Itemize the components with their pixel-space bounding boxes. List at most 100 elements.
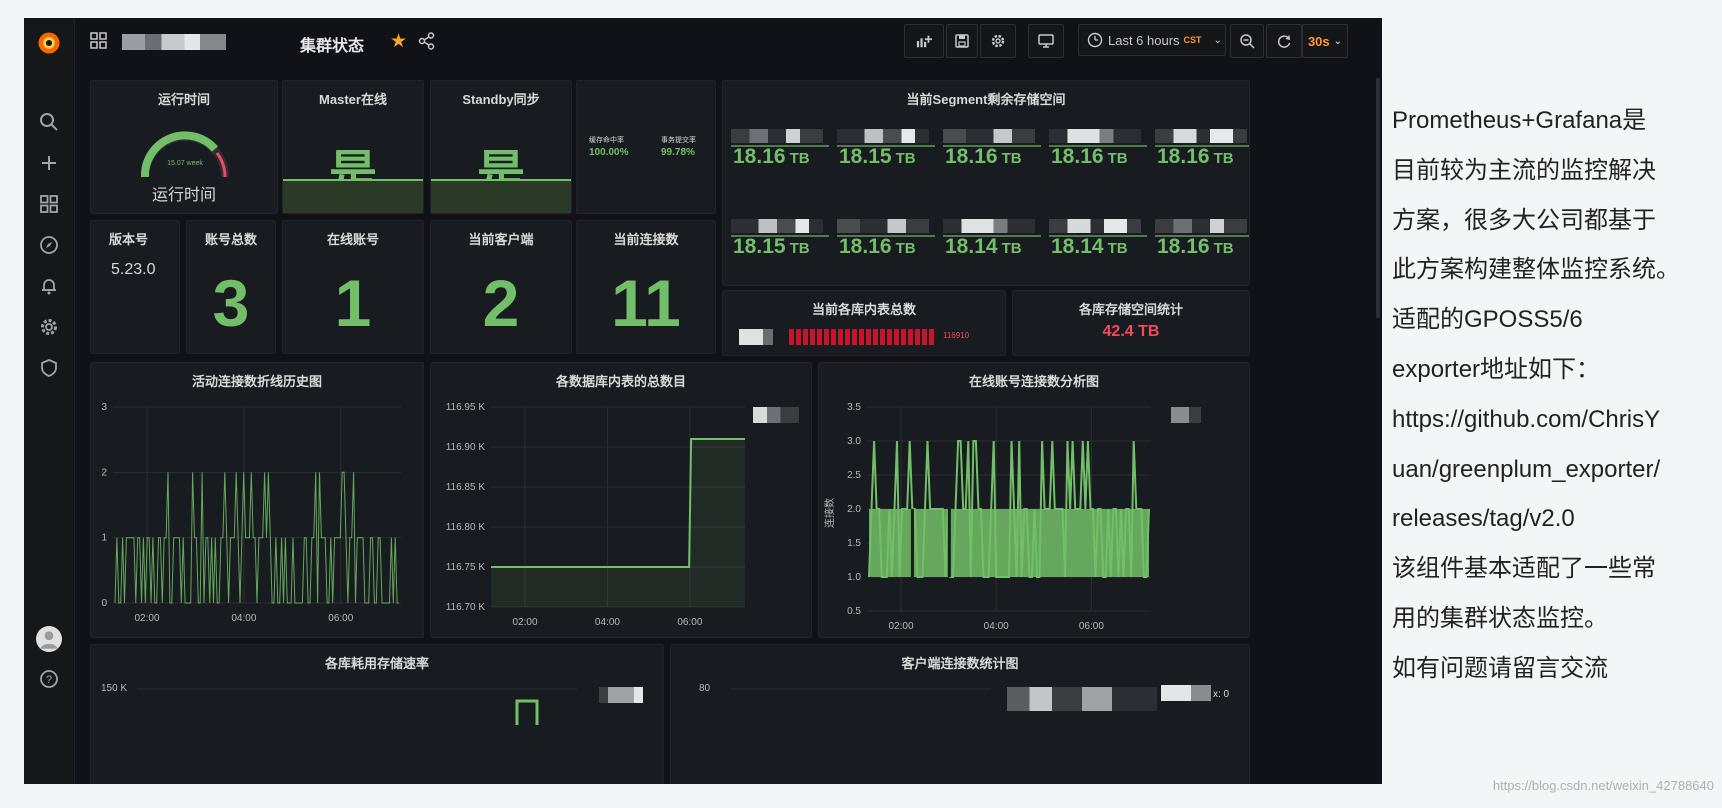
rates-panel[interactable]: 缓存命中率 100.00% 事务提交率 99.78% <box>576 80 716 214</box>
connections-value: 11 <box>611 266 681 340</box>
legend-redacted <box>1161 685 1211 701</box>
client-connections-chart-panel[interactable]: 客户端连接数统计图 80 x: 0 <box>670 644 1250 784</box>
panel-title: Standby同步 <box>462 92 540 107</box>
note-text: Prometheus+Grafana是 目前较为主流的监控解决 方案，很多大公司都基… <box>1392 96 1722 694</box>
sparkline-fill <box>431 179 571 213</box>
x-tick-label: 02:00 <box>134 613 159 624</box>
segment-number: 18.14 <box>1051 235 1104 258</box>
y-tick-label: 0.5 <box>847 606 861 617</box>
series-fill <box>491 439 745 607</box>
plus-icon[interactable] <box>24 149 74 177</box>
star-icon[interactable]: ★ <box>390 30 407 53</box>
table-count-chart: 116.95 K 116.90 K 116.85 K 116.80 K 116.75 K… <box>446 402 745 628</box>
segment-number: 18.16 <box>839 235 892 258</box>
refresh-button[interactable] <box>1266 24 1302 58</box>
version-value: 5.23.0 <box>111 261 156 278</box>
bar-gauge-cell <box>908 329 913 345</box>
grafana-logo-icon[interactable] <box>24 26 74 60</box>
chevron-down-icon: ⌄ <box>1213 34 1222 46</box>
panel-title: 当前客户端 <box>468 232 534 247</box>
version-panel[interactable]: 版本号 5.23.0 <box>90 220 180 354</box>
segment-unit: TB <box>789 150 810 167</box>
active-connections-chart-panel[interactable]: 活动连接数折线历史图 3 2 1 0 02:00 04:00 06:00 <box>90 362 424 638</box>
time-range-label: Last 6 hours <box>1108 32 1180 48</box>
clients-panel[interactable]: 当前客户端 2 <box>430 220 572 354</box>
panel-title: 各库存储空间统计 <box>1078 302 1183 317</box>
dashboard-grid-icon[interactable] <box>90 32 108 50</box>
master-panel[interactable]: Master在线 是 <box>282 80 424 214</box>
segment-number: 18.16 <box>733 145 786 168</box>
accounts-panel[interactable]: 账号总数 3 <box>186 220 276 354</box>
connections-panel[interactable]: 当前连接数 11 <box>576 220 716 354</box>
shield-icon[interactable] <box>24 354 74 382</box>
y-tick-label: 0 <box>101 598 107 609</box>
gauge-value: 15.07 week <box>167 160 203 167</box>
tables-panel[interactable]: 当前各库内表总数 116910 <box>722 290 1006 356</box>
bar-gauge-cell <box>803 329 808 345</box>
dashboard-title[interactable]: 集群状态 <box>300 32 364 56</box>
note-line: 方案，很多大公司都基于 <box>1392 206 1656 234</box>
bar-gauge-cell <box>922 329 927 345</box>
bell-icon[interactable] <box>24 272 74 300</box>
help-icon[interactable]: ? <box>24 665 74 693</box>
bar-gauge-cell <box>817 329 822 345</box>
segment-value: 18.15 TB <box>733 235 810 259</box>
svg-text:?: ? <box>46 674 52 686</box>
time-range-picker[interactable]: Last 6 hours CST ⌄ <box>1078 24 1226 56</box>
share-icon[interactable] <box>418 32 436 50</box>
standby-panel[interactable]: Standby同步 是 <box>430 80 572 214</box>
sidebar: ? <box>24 18 75 784</box>
note-line: 目前较为主流的监控解决 <box>1392 156 1656 184</box>
avatar[interactable] <box>24 624 74 654</box>
online-accounts-value: 1 <box>334 266 372 340</box>
segment-storage-panel[interactable]: 当前Segment剩余存储空间 18.16 TB 18.15 TB 18.16 TB 18.… <box>722 80 1250 286</box>
add-panel-button[interactable] <box>904 24 944 58</box>
legend-redacted <box>1007 687 1157 711</box>
legend-x-value: x: 0 <box>1213 689 1230 700</box>
table-count-chart-panel[interactable]: 各数据库内表的总数目 116.95 K 116.90 K 116.85 K 116.8… <box>430 362 812 638</box>
uptime-label: 运行时间 <box>151 187 216 204</box>
settings-button[interactable] <box>980 24 1016 58</box>
y-tick-label: 116.70 K <box>446 602 486 613</box>
legend-redacted <box>599 687 643 703</box>
segment-value: 18.16 TB <box>1157 235 1234 259</box>
clock-icon <box>1087 32 1103 48</box>
panel-title: 当前各库内表总数 <box>811 302 916 317</box>
segment-host-redacted <box>943 129 1035 143</box>
note-line: uan/greenplum_exporter/ <box>1392 455 1661 483</box>
storage-rate-chart-panel[interactable]: 各库耗用存储速率 150 K <box>90 644 664 784</box>
segment-number: 18.16 <box>945 145 998 168</box>
segment-value: 18.15 TB <box>839 145 916 169</box>
legend-redacted <box>1171 407 1201 423</box>
panel-title: 账号总数 <box>204 232 257 247</box>
y-tick-label: 2.0 <box>847 504 861 515</box>
scrollbar[interactable] <box>1376 78 1380 318</box>
note-line: 如有问题请留言交流 <box>1392 654 1608 682</box>
save-button[interactable] <box>946 24 978 58</box>
tv-mode-button[interactable] <box>1028 24 1064 58</box>
gear-icon[interactable] <box>24 313 74 341</box>
y-tick-label: 3.0 <box>847 436 861 447</box>
search-icon[interactable] <box>24 108 74 136</box>
bar-gauge-cell <box>845 329 850 345</box>
compass-icon[interactable] <box>24 231 74 259</box>
online-accounts-chart: 3.5 3.0 2.5 2.0 1.5 1.0 0.5 02:00 04:00 06:00 连接数 <box>823 402 1151 632</box>
bar-gauge-cell <box>796 329 801 345</box>
online-accounts-panel[interactable]: 在线账号 1 <box>282 220 424 354</box>
note-line: releases/tag/v2.0 <box>1392 505 1575 533</box>
folder-breadcrumb[interactable] <box>122 34 226 50</box>
storage-panel[interactable]: 各库存储空间统计 42.4 TB <box>1012 290 1250 356</box>
refresh-interval-picker[interactable]: 30s ⌄ <box>1302 24 1348 58</box>
segment-number: 18.14 <box>945 235 998 258</box>
dashboards-icon[interactable] <box>24 190 74 218</box>
segment-number: 18.15 <box>733 235 786 258</box>
segment-unit: TB <box>895 240 916 257</box>
client-connections-chart <box>731 688 991 690</box>
watermark: https://blog.csdn.net/weixin_42788640 <box>1492 778 1714 793</box>
legend-redacted <box>753 407 799 423</box>
uptime-panel[interactable]: 运行时间 15.07 week 运行时间 <box>90 80 278 214</box>
x-tick-label: 04:00 <box>595 617 620 628</box>
bar-gauge-cell <box>810 329 815 345</box>
zoom-out-button[interactable] <box>1230 24 1264 58</box>
online-accounts-chart-panel[interactable]: 在线账号连接数分析图 3.5 3.0 2.5 2.0 1.5 1.0 0.5 02:00 04:… <box>818 362 1250 638</box>
